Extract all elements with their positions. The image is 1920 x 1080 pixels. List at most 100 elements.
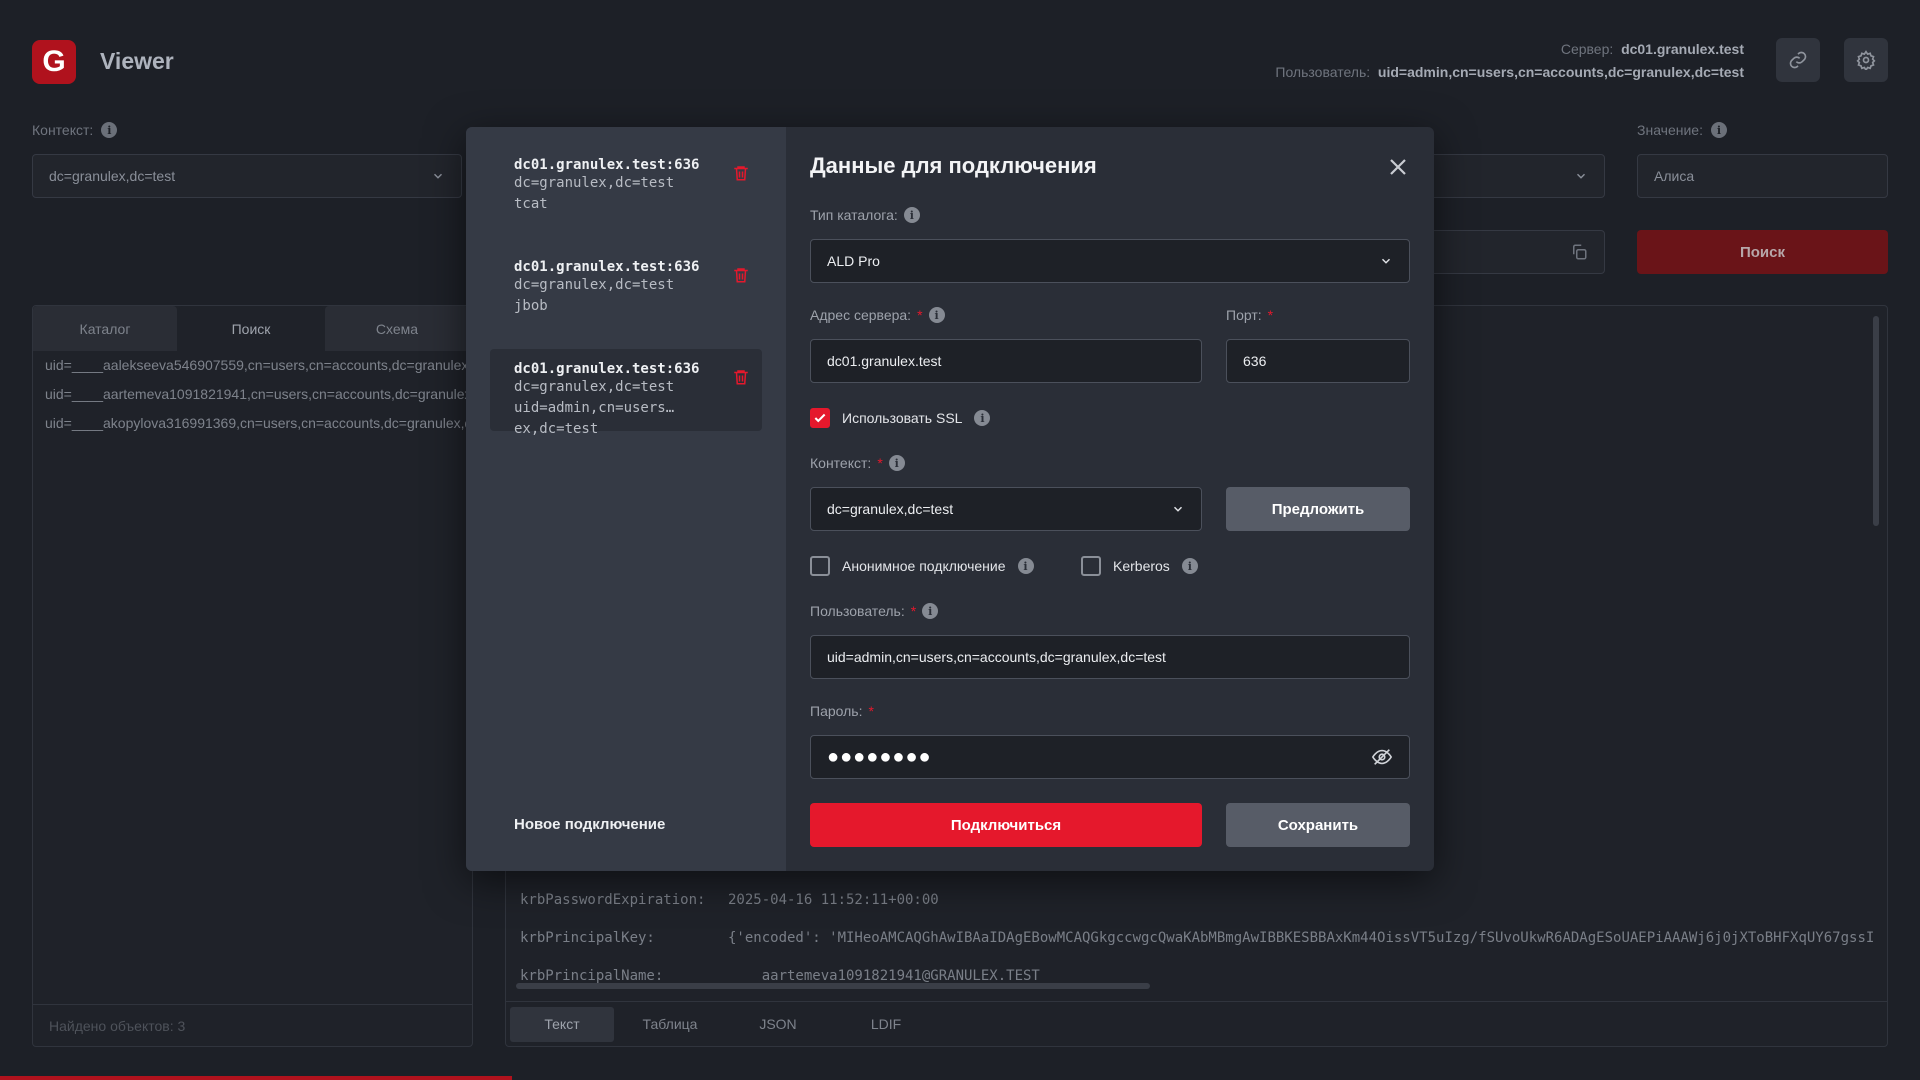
connection-user: jbob (514, 298, 548, 314)
use-ssl-checkbox[interactable]: Использовать SSL i (810, 408, 991, 428)
tab-text[interactable]: Текст (510, 1006, 614, 1042)
info-icon: i (928, 307, 945, 323)
port-label-text: Порт: (1226, 307, 1262, 323)
copy-icon[interactable] (1570, 243, 1588, 261)
search-button[interactable]: Поиск (1637, 230, 1888, 274)
anonymous-label: Анонимное подключение (842, 558, 1006, 574)
anonymous-checkbox[interactable]: Анонимное подключение i (810, 556, 1034, 576)
trash-icon[interactable] (732, 163, 750, 183)
user-input[interactable]: uid=admin,cn=users,cn=accounts,dc=granul… (810, 635, 1410, 679)
attribute-value: 2025-04-16 11:52:11+00:00 (728, 892, 939, 908)
connection-context: dc=granulex,dc=test (514, 379, 675, 395)
password-label-text: Пароль: (810, 703, 863, 719)
saved-connections: dc01.granulex.test:636 dc=granulex,dc=te… (466, 127, 786, 871)
tab-search[interactable]: Поиск (179, 306, 323, 351)
password-value: ●●●●●●●● (827, 745, 932, 768)
saved-connection[interactable]: dc01.granulex.test:636 dc=granulex,dc=te… (490, 145, 762, 227)
context-value: dc=granulex,dc=test (827, 501, 954, 517)
port-label: Порт: * (1226, 307, 1273, 323)
tab-json[interactable]: JSON (726, 1007, 830, 1042)
saved-connection-active[interactable]: dc01.granulex.test:636 dc=granulex,dc=te… (490, 349, 762, 437)
result-item[interactable]: uid=____aalekseeva546907559,cn=users,cn=… (33, 351, 472, 380)
tab-table[interactable]: Таблица (618, 1007, 722, 1042)
eye-off-icon[interactable] (1371, 746, 1393, 768)
kerberos-label: Kerberos (1113, 558, 1170, 574)
attribute-name: krbPasswordExpiration: (520, 892, 706, 908)
connection-title: dc01.granulex.test:636 (514, 157, 700, 173)
new-connection-link[interactable]: Новое подключение (514, 816, 665, 833)
info-icon: i (101, 122, 118, 138)
port-value: 636 (1243, 353, 1267, 369)
server-address-value: dc01.granulex.test (827, 353, 942, 369)
required-mark: * (877, 455, 883, 471)
connection-title: dc01.granulex.test:636 (514, 361, 700, 377)
required-mark: * (910, 603, 917, 619)
result-item[interactable]: uid=____akopylova316991369,cn=users,cn=a… (33, 409, 472, 438)
connection-title: dc01.granulex.test:636 (514, 259, 700, 275)
results-panel: Каталог Поиск Схема uid=____aalekseeva54… (32, 305, 473, 1047)
trash-icon[interactable] (732, 265, 750, 285)
attribute-row: krbPrincipalKey: {'encoded': 'MIHeoAMCAQG… (520, 930, 1875, 946)
connection-context: dc=granulex,dc=test (514, 175, 675, 191)
use-ssl-label: Использовать SSL (842, 410, 963, 426)
user-label: Пользователь: (1275, 64, 1371, 80)
tab-schema[interactable]: Схема (325, 306, 469, 351)
required-mark: * (1267, 307, 1274, 323)
result-item[interactable]: uid=____aartemeva1091821941,cn=users,cn=… (33, 380, 472, 409)
catalog-type-select[interactable]: ALD Pro (810, 239, 1410, 283)
tab-catalog[interactable]: Каталог (33, 306, 177, 351)
context-filter-label: Контекст: i (32, 122, 118, 138)
user-label: Пользователь: * i (810, 603, 939, 619)
connection-dialog: dc01.granulex.test:636 dc=granulex,dc=te… (466, 127, 1434, 871)
attribute-value: {'encoded': 'MIHeoAMCAQGhAwIBAaIDAgEBowM… (728, 930, 1875, 946)
results-tabs: Каталог Поиск Схема (33, 306, 472, 351)
save-button[interactable]: Сохранить (1226, 803, 1410, 847)
info-icon: i (903, 207, 920, 223)
chevron-down-icon (1173, 506, 1183, 512)
checkbox-unchecked[interactable] (810, 556, 830, 576)
server-label: Сервер: (1560, 41, 1614, 57)
value-filter-label-text: Значение: (1637, 122, 1703, 138)
server-address-label-text: Адрес сервера: (810, 307, 912, 323)
kerberos-checkbox[interactable]: Kerberos i (1081, 556, 1198, 576)
value-filter-input[interactable]: Алиса (1637, 154, 1888, 198)
connection-form: Данные для подключения Тип каталога: i A… (786, 127, 1434, 871)
suggest-button[interactable]: Предложить (1226, 487, 1410, 531)
horizontal-scrollbar[interactable] (516, 983, 1150, 989)
attribute-row: krbPrincipalName: ____aartemeva1091821941… (520, 968, 1875, 984)
server-address-input[interactable]: dc01.granulex.test (810, 339, 1202, 383)
value-filter-label: Значение: i (1637, 122, 1727, 138)
checkmark-icon (814, 413, 826, 423)
port-input[interactable]: 636 (1226, 339, 1410, 383)
info-icon: i (1181, 558, 1198, 574)
trash-icon[interactable] (732, 367, 750, 387)
saved-connection[interactable]: dc01.granulex.test:636 dc=granulex,dc=te… (490, 247, 762, 329)
checkbox-unchecked[interactable] (1081, 556, 1101, 576)
user-value: uid=admin,cn=users,cn=accounts,dc=granul… (827, 649, 1166, 665)
link-button[interactable] (1776, 38, 1820, 82)
close-icon[interactable] (1386, 155, 1410, 179)
connect-button[interactable]: Подключиться (810, 803, 1202, 847)
server-address-label: Адрес сервера: * i (810, 307, 945, 323)
password-input[interactable]: ●●●●●●●● (810, 735, 1410, 779)
user-value: uid=admin,cn=users,cn=accounts,dc=granul… (1377, 64, 1744, 80)
info-icon: i (888, 455, 905, 471)
context-select[interactable]: dc=granulex,dc=test (810, 487, 1202, 531)
attribute-row: krbPasswordExpiration: 2025-04-16 11:52:1… (520, 892, 1875, 908)
info-icon: i (1710, 122, 1727, 138)
catalog-type-label: Тип каталога: i (810, 207, 920, 223)
vertical-scrollbar[interactable] (1873, 316, 1879, 526)
checkbox-checked[interactable] (810, 408, 830, 428)
connection-context: dc=granulex,dc=test (514, 277, 675, 293)
chevron-down-icon (433, 173, 443, 179)
attribute-name: krbPrincipalKey: (520, 930, 655, 946)
connection-user: tcat (514, 196, 548, 212)
app-logo: G (32, 40, 76, 84)
chevron-down-icon (1576, 173, 1586, 179)
settings-button[interactable] (1844, 38, 1888, 82)
progress-bar (0, 1076, 512, 1080)
required-mark: * (868, 703, 874, 719)
catalog-type-value: ALD Pro (827, 253, 880, 269)
tab-ldif[interactable]: LDIF (834, 1007, 938, 1042)
context-filter-select[interactable]: dc=granulex,dc=test (32, 154, 462, 198)
